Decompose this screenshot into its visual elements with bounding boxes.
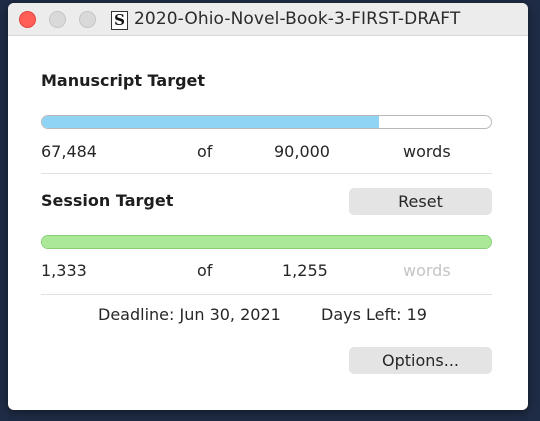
days-left-label: Days Left: 19 [321,305,427,324]
manuscript-of-label: of [197,142,213,161]
close-window-button[interactable] [19,11,36,28]
manuscript-progress-fill [42,116,379,128]
session-progress-bar [41,235,492,249]
session-current-words: 1,333 [41,261,87,280]
window-title: 2020-Ohio-Novel-Book-3-FIRST-DRAFT [134,9,461,29]
session-target-words[interactable]: 1,255 [282,261,328,280]
section-divider [41,173,492,174]
manuscript-unit-label: words [403,142,451,161]
session-unit-label: words [403,261,451,280]
title-bar[interactable]: S 2020-Ohio-Novel-Book-3-FIRST-DRAFT [8,3,528,36]
options-button[interactable]: Options... [349,347,492,374]
session-progress-fill [42,236,491,248]
manuscript-target-heading: Manuscript Target [41,71,206,90]
session-of-label: of [197,261,213,280]
minimize-window-button[interactable] [49,11,66,28]
project-targets-window: S 2020-Ohio-Novel-Book-3-FIRST-DRAFT Man… [8,3,528,410]
zoom-window-button[interactable] [79,11,96,28]
scrivener-document-icon: S [111,11,128,30]
reset-button[interactable]: Reset [349,188,492,215]
section-divider [41,294,492,295]
manuscript-target-words[interactable]: 90,000 [274,142,330,161]
manuscript-current-words: 67,484 [41,142,97,161]
deadline-label: Deadline: Jun 30, 2021 [98,305,281,324]
session-target-heading: Session Target [41,191,174,210]
manuscript-progress-bar [41,115,492,129]
